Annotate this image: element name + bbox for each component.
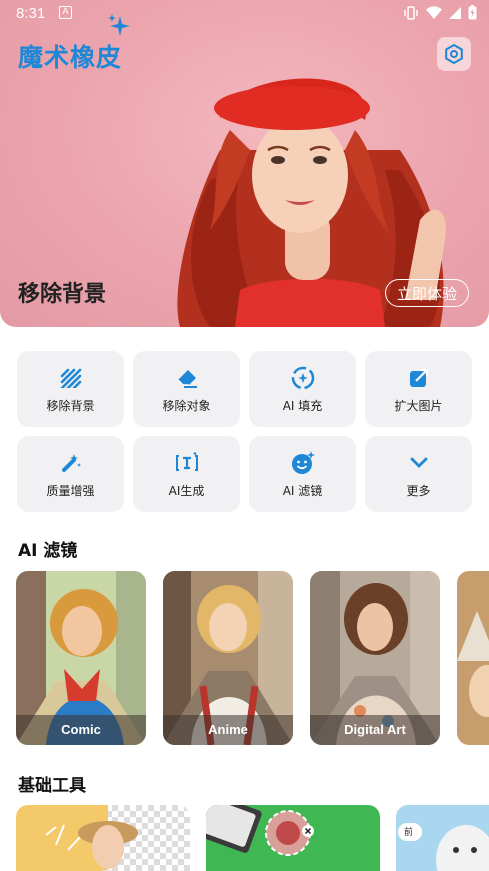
vibrate-icon	[404, 5, 418, 20]
sparkle-icon	[108, 14, 130, 36]
enhance-preview-image	[396, 805, 489, 871]
filter-label: Anime	[163, 715, 293, 745]
tool-label: AI生成	[168, 483, 205, 498]
tool-quality-enhance[interactable]: 质量增强	[17, 436, 124, 512]
basic-tool-card-3[interactable]: 前	[396, 805, 489, 871]
tool-label: 移除背景	[46, 398, 95, 413]
signal-icon	[449, 6, 461, 19]
tool-more[interactable]: 更多	[365, 436, 472, 512]
status-bar: 8:31 A	[0, 0, 489, 26]
ai-filter-carousel[interactable]: Comic Anime Digital Art	[16, 571, 489, 745]
tool-remove-background[interactable]: 移除背景	[17, 351, 124, 427]
magic-wand-icon	[61, 453, 81, 472]
text-generate-icon	[175, 451, 198, 471]
wifi-icon	[426, 6, 442, 19]
system-icons	[403, 5, 477, 20]
next-filter-preview-image	[457, 571, 489, 745]
tool-label: AI 滤镜	[282, 483, 323, 498]
try-now-button[interactable]: 立即体验	[385, 279, 469, 307]
tool-label: 移除对象	[162, 398, 211, 413]
basic-tool-card-2[interactable]	[206, 805, 380, 871]
basic-tools-carousel[interactable]: 前	[16, 805, 489, 871]
filter-label: Digital Art	[310, 715, 440, 745]
magic-fill-icon	[291, 366, 314, 389]
tool-ai-filter[interactable]: AI 滤镜	[249, 436, 356, 512]
battery-icon	[468, 5, 477, 20]
eraser-icon	[176, 369, 197, 388]
tool-ai-fill[interactable]: AI 填充	[249, 351, 356, 427]
stripes-icon	[60, 368, 81, 388]
tool-remove-object[interactable]: 移除对象	[133, 351, 240, 427]
tool-label: 更多	[406, 483, 431, 498]
smiley-sparkle-icon	[291, 450, 315, 474]
filter-card-next[interactable]	[457, 571, 489, 745]
ai-filters-title: AI 滤镜	[18, 541, 78, 561]
expand-image-icon	[409, 368, 428, 387]
app-title: 魔术橡皮	[18, 43, 123, 72]
filter-card-digital-art[interactable]: Digital Art	[310, 571, 440, 745]
filter-label: Comic	[16, 715, 146, 745]
filter-card-comic[interactable]: Comic	[16, 571, 146, 745]
tool-label: AI 填充	[282, 398, 323, 413]
tool-label: 扩大图片	[394, 398, 443, 413]
filter-card-anime[interactable]: Anime	[163, 571, 293, 745]
before-label: 前	[404, 828, 414, 838]
settings-button[interactable]	[437, 37, 471, 71]
status-time: 8:31	[16, 5, 46, 22]
hero-caption: 移除背景	[18, 282, 107, 307]
settings-icon	[445, 44, 463, 64]
remove-object-preview-image	[206, 805, 380, 871]
notification-icon: A	[59, 6, 72, 19]
remove-bg-preview-image	[16, 805, 190, 871]
hero-banner[interactable]: 8:31 A 魔术橡皮 移除背景 立即体验	[0, 0, 489, 327]
tool-expand-image[interactable]: 扩大图片	[365, 351, 472, 427]
tool-ai-generate[interactable]: AI生成	[133, 436, 240, 512]
basic-tools-title: 基础工具	[18, 776, 86, 796]
chevron-down-icon	[410, 457, 427, 468]
tool-label: 质量增强	[46, 483, 95, 498]
tool-grid: 移除背景 移除对象 AI 填充 扩大图片 质量增强 AI生成 AI 滤镜 更多	[17, 351, 473, 512]
basic-tool-card-1[interactable]	[16, 805, 190, 871]
